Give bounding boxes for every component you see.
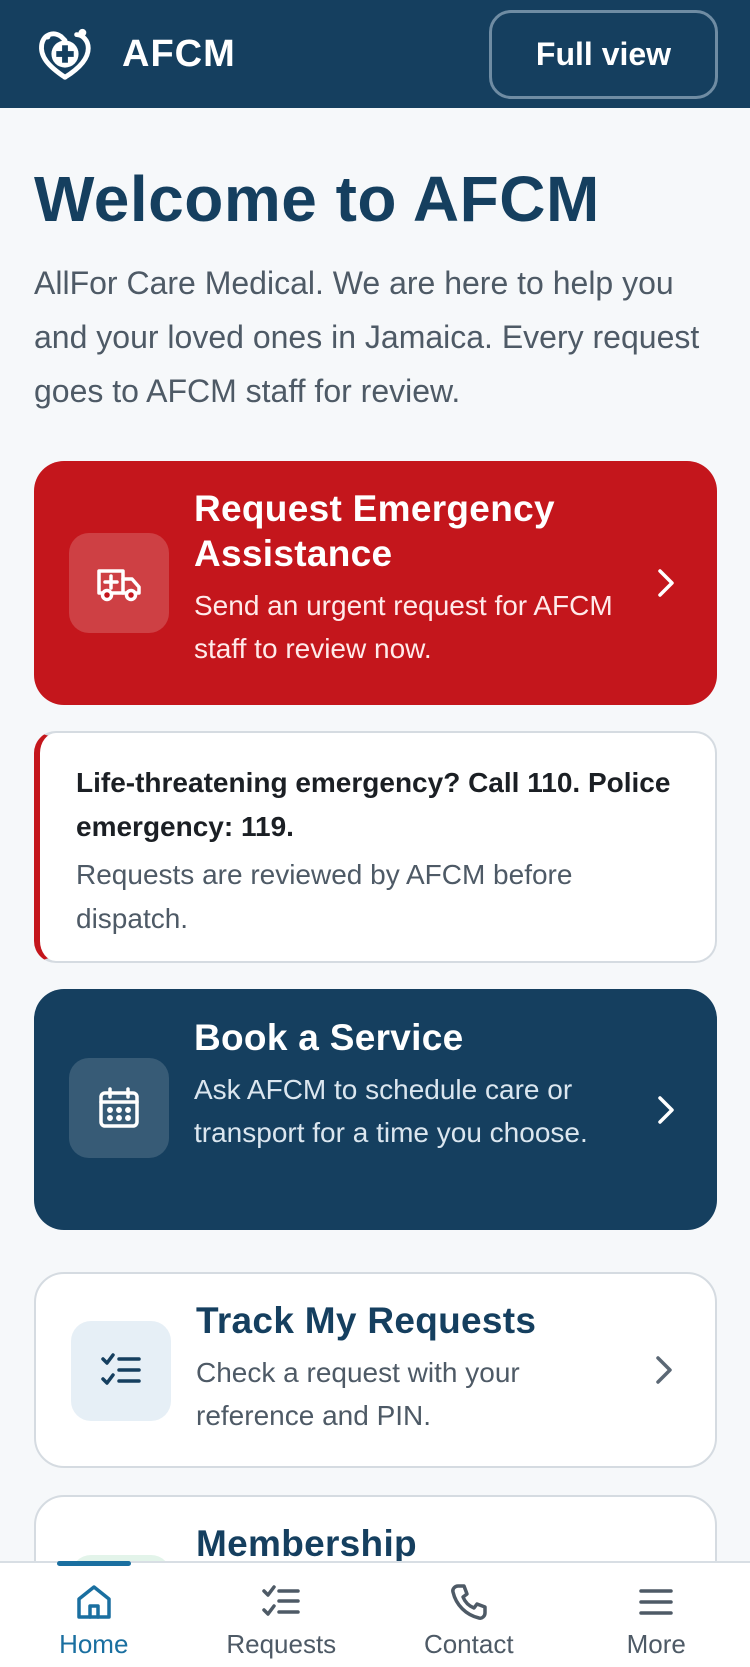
- intro-text: AllFor Care Medical. We are here to help…: [34, 265, 700, 409]
- track-title: Track My Requests: [196, 1300, 537, 1341]
- checklist-icon: [71, 1321, 171, 1421]
- calendar-icon: [69, 1058, 169, 1158]
- notice-strong-text: Life-threatening emergency? Call 110. Po…: [76, 767, 671, 842]
- phone-icon: [450, 1584, 487, 1620]
- brand[interactable]: AFCM: [34, 23, 236, 85]
- nav-more[interactable]: More: [563, 1563, 750, 1667]
- ambulance-icon: [69, 533, 169, 633]
- app-header: AFCM Full view: [0, 0, 750, 108]
- emergency-title: Request Emergency Assistance: [194, 488, 555, 574]
- book-service-card[interactable]: Book a Service Ask AFCM to schedule care…: [34, 989, 717, 1230]
- chevron-right-icon: [656, 1356, 672, 1384]
- menu-icon: [639, 1589, 673, 1615]
- membership-title: Membership: [196, 1523, 417, 1564]
- bottom-nav: Home Requests Contact More: [0, 1561, 750, 1667]
- track-desc: Check a request with your reference and …: [196, 1357, 520, 1431]
- notice-text: Requests are reviewed by AFCM before dis…: [76, 859, 573, 934]
- brand-name: AFCM: [122, 32, 236, 75]
- book-desc: Ask AFCM to schedule care or transport f…: [194, 1074, 588, 1148]
- emergency-desc: Send an urgent request for AFCM staff to…: [194, 590, 613, 664]
- nav-contact-label: Contact: [423, 1629, 514, 1659]
- full-view-button[interactable]: Full view: [489, 9, 718, 99]
- emergency-notice: Life-threatening emergency? Call 110. Po…: [34, 731, 717, 963]
- checklist-icon: [262, 1585, 300, 1616]
- nav-requests[interactable]: Requests: [188, 1563, 376, 1667]
- page-title: Welcome to AFCM: [34, 163, 600, 235]
- logo-icon: [39, 28, 91, 80]
- chevron-right-icon: [658, 569, 674, 597]
- emergency-card[interactable]: Request Emergency Assistance Send an urg…: [34, 461, 717, 705]
- track-requests-card[interactable]: Track My Requests Check a request with y…: [34, 1272, 717, 1468]
- chevron-right-icon: [658, 1095, 674, 1124]
- book-title: Book a Service: [194, 1017, 464, 1058]
- nav-more-label: More: [626, 1629, 686, 1659]
- nav-active-indicator: [56, 1561, 131, 1566]
- nav-requests-label: Requests: [226, 1629, 337, 1659]
- home-icon: [77, 1585, 111, 1619]
- nav-home-label: Home: [59, 1629, 129, 1659]
- nav-home[interactable]: Home: [0, 1561, 188, 1667]
- nav-contact[interactable]: Contact: [375, 1563, 563, 1667]
